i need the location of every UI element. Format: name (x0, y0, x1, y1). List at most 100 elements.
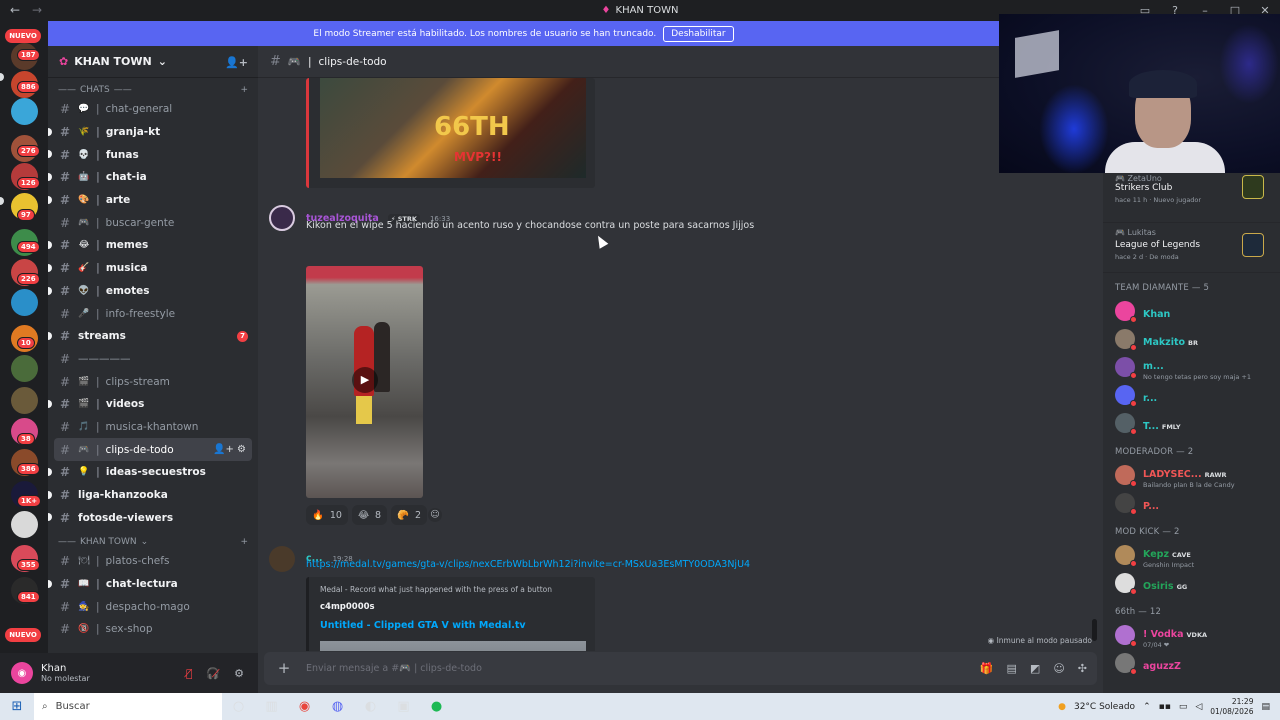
mic-muted-icon[interactable]: 🎙̸ (186, 667, 193, 680)
forward-arrow-icon[interactable]: → (32, 3, 42, 17)
server-icon[interactable] (11, 511, 38, 538)
channel-item[interactable]: # 🌾 | granja-kt (48, 121, 258, 144)
reaction-chip[interactable]: 🥐 2 (391, 505, 427, 525)
channel-separator: | (96, 148, 100, 161)
channel-item[interactable]: # 🔞 | sex-shop (48, 618, 258, 641)
taskbar-search[interactable]: ⌕ Buscar (34, 693, 222, 720)
channel-item[interactable]: # 🎮 | buscar-gente (48, 211, 258, 234)
channel-item[interactable]: # streams 7 (48, 325, 258, 348)
category-khan-town[interactable]: —— KHAN TOWN ⌄ + (48, 533, 258, 550)
clock[interactable]: 21:29 01/08/2026 (1210, 697, 1253, 717)
reaction-chip[interactable]: 😂 8 (351, 505, 388, 525)
add-channel-icon[interactable]: + (240, 85, 248, 95)
play-icon[interactable]: ▶ (352, 367, 378, 393)
channel-item[interactable]: # 🎨 | arte (48, 189, 258, 212)
terminal-icon[interactable]: ▣ (387, 699, 420, 714)
server-icon[interactable] (11, 355, 38, 382)
channel-item[interactable]: # 🍽 | platos-chefs (48, 550, 258, 573)
windows-start-icon[interactable]: ⊞ (0, 699, 34, 714)
task-view-icon[interactable]: ○ (222, 699, 255, 714)
gif-icon[interactable]: ▤ (1007, 662, 1017, 675)
member-item[interactable]: Osiris GG (1103, 569, 1280, 597)
embed-title[interactable]: Untitled - Clipped GTA V with Medal.tv (320, 620, 584, 631)
channel-item[interactable]: # 💬 | chat-general (48, 98, 258, 121)
disable-streamer-button[interactable]: Deshabilitar (663, 25, 734, 42)
add-channel-icon[interactable]: + (240, 537, 248, 547)
channel-item[interactable]: # 🎬 | clips-stream (48, 370, 258, 393)
channel-item[interactable]: # 💡 | ideas-secuestros (48, 461, 258, 484)
member-item[interactable]: Makzito BR (1103, 325, 1280, 353)
member-item[interactable]: P... (1103, 489, 1280, 517)
channel-item[interactable]: # liga-khanzooka (48, 484, 258, 507)
avatar (1115, 465, 1137, 487)
gear-icon[interactable]: ⚙ (234, 667, 244, 680)
video-thumbnail[interactable]: 66TH MVP?!! (320, 78, 586, 178)
embed-image[interactable] (320, 641, 586, 651)
multitask-icon[interactable]: ▥ (255, 699, 288, 714)
back-arrow-icon[interactable]: ← (10, 3, 20, 17)
category-chats[interactable]: —— CHATS —— + (48, 81, 258, 98)
discord-icon[interactable]: ◍ (321, 699, 354, 714)
spotify-icon[interactable]: ● (420, 699, 453, 714)
channel-item[interactable]: # 🎸 | musica (48, 257, 258, 280)
game-icon (1242, 175, 1264, 199)
emoji-icon[interactable]: ☺ (1053, 662, 1064, 675)
member-item[interactable]: m... No tengo tetas pero soy maja +1 (1103, 353, 1280, 381)
embed-author[interactable]: c4mp0000s (320, 602, 584, 612)
channel-emoji-icon: 🎮 (78, 217, 90, 228)
notifications-icon[interactable]: ▤ (1261, 702, 1270, 712)
tray-arrow-icon[interactable]: ⌃ (1143, 702, 1151, 712)
channel-item[interactable]: # 👽 | emotes (48, 280, 258, 303)
channel-item[interactable]: # ————— (48, 348, 258, 371)
channel-item[interactable]: # 🎵 | musica-khantown (48, 416, 258, 439)
guild-tag: CAVE (1171, 550, 1191, 559)
volume-icon[interactable]: ◁ (1195, 702, 1202, 712)
network-icon[interactable]: ▭ (1179, 702, 1188, 712)
server-icon[interactable] (11, 98, 38, 125)
channel-item[interactable]: # 💀 | funas (48, 143, 258, 166)
channel-item[interactable]: # 😂 | memes (48, 234, 258, 257)
obs-icon[interactable]: ◐ (354, 699, 387, 714)
add-reaction-icon[interactable]: ☺ (428, 508, 442, 522)
channel-item[interactable]: # 🎬 | videos (48, 393, 258, 416)
channel-item[interactable]: # 🤖 | chat-ia (48, 166, 258, 189)
avatar[interactable]: ◉ (11, 662, 33, 684)
video-attachment[interactable]: ▶ (306, 266, 423, 498)
channel-item[interactable]: # 🎮 | clips-de-todo 👤+ ⚙ (54, 438, 252, 461)
chrome-icon[interactable]: ◉ (288, 699, 321, 714)
member-item[interactable]: Kepz CAVE Genshin Impact (1103, 541, 1280, 569)
headphones-muted-icon[interactable]: 🎧̸ (206, 667, 220, 680)
reaction-chip[interactable]: 🔥 10 (306, 505, 348, 525)
channel-item[interactable]: # 🎤 | info-freestyle (48, 302, 258, 325)
sticker-icon[interactable]: ◩ (1030, 662, 1040, 675)
channel-name: musica (105, 262, 148, 275)
server-icon[interactable] (11, 289, 38, 316)
activity-card[interactable]: 🎮 ZetaUno Strikers Club hace 11 h · Nuev… (1103, 173, 1280, 223)
server-icon[interactable] (11, 387, 38, 414)
apps-icon[interactable]: ✣ (1078, 662, 1087, 675)
member-item[interactable]: LADYSEC... RAWR Bailando plan B la de Cand… (1103, 461, 1280, 489)
member-item[interactable]: r... (1103, 381, 1280, 409)
message-input[interactable]: Enviar mensaje a #🎮 | clips-de-todo (306, 663, 482, 674)
hash-icon: # (60, 125, 71, 140)
channel-item[interactable]: # fotosde-viewers (48, 506, 258, 529)
avatar[interactable] (269, 546, 295, 572)
upload-plus-icon[interactable]: + (276, 660, 292, 677)
activity-card[interactable]: 🎮 Lukitas League of Legends hace 2 d · D… (1103, 223, 1280, 273)
channel-settings-icon[interactable]: 👤+ ⚙ (213, 444, 246, 455)
avatar[interactable] (269, 205, 295, 231)
tray-apps-icon[interactable]: ▪▪ (1159, 702, 1171, 712)
member-item[interactable]: ! Vodka VDKA 07/04 ❤ (1103, 621, 1280, 649)
message-link[interactable]: https://medal.tv/games/gta-v/clips/nexCE… (306, 559, 750, 570)
member-item[interactable]: T... FMLY (1103, 409, 1280, 437)
member-item[interactable]: Khan (1103, 297, 1280, 325)
channel-item[interactable]: # 📖 | chat-lectura (48, 573, 258, 596)
member-item[interactable]: aguzzZ (1103, 649, 1280, 677)
gift-icon[interactable]: 🎁 (980, 662, 994, 675)
weather-text[interactable]: 32°C Soleado (1074, 702, 1135, 712)
invite-people-icon[interactable]: 👤+ (225, 56, 248, 69)
scrollbar[interactable] (1092, 619, 1097, 641)
channel-item[interactable]: # 🧙 | despacho-mago (48, 595, 258, 618)
channel-name: granja-kt (105, 126, 161, 139)
guild-header[interactable]: ✿ KHAN TOWN ⌄ 👤+ (48, 46, 258, 78)
